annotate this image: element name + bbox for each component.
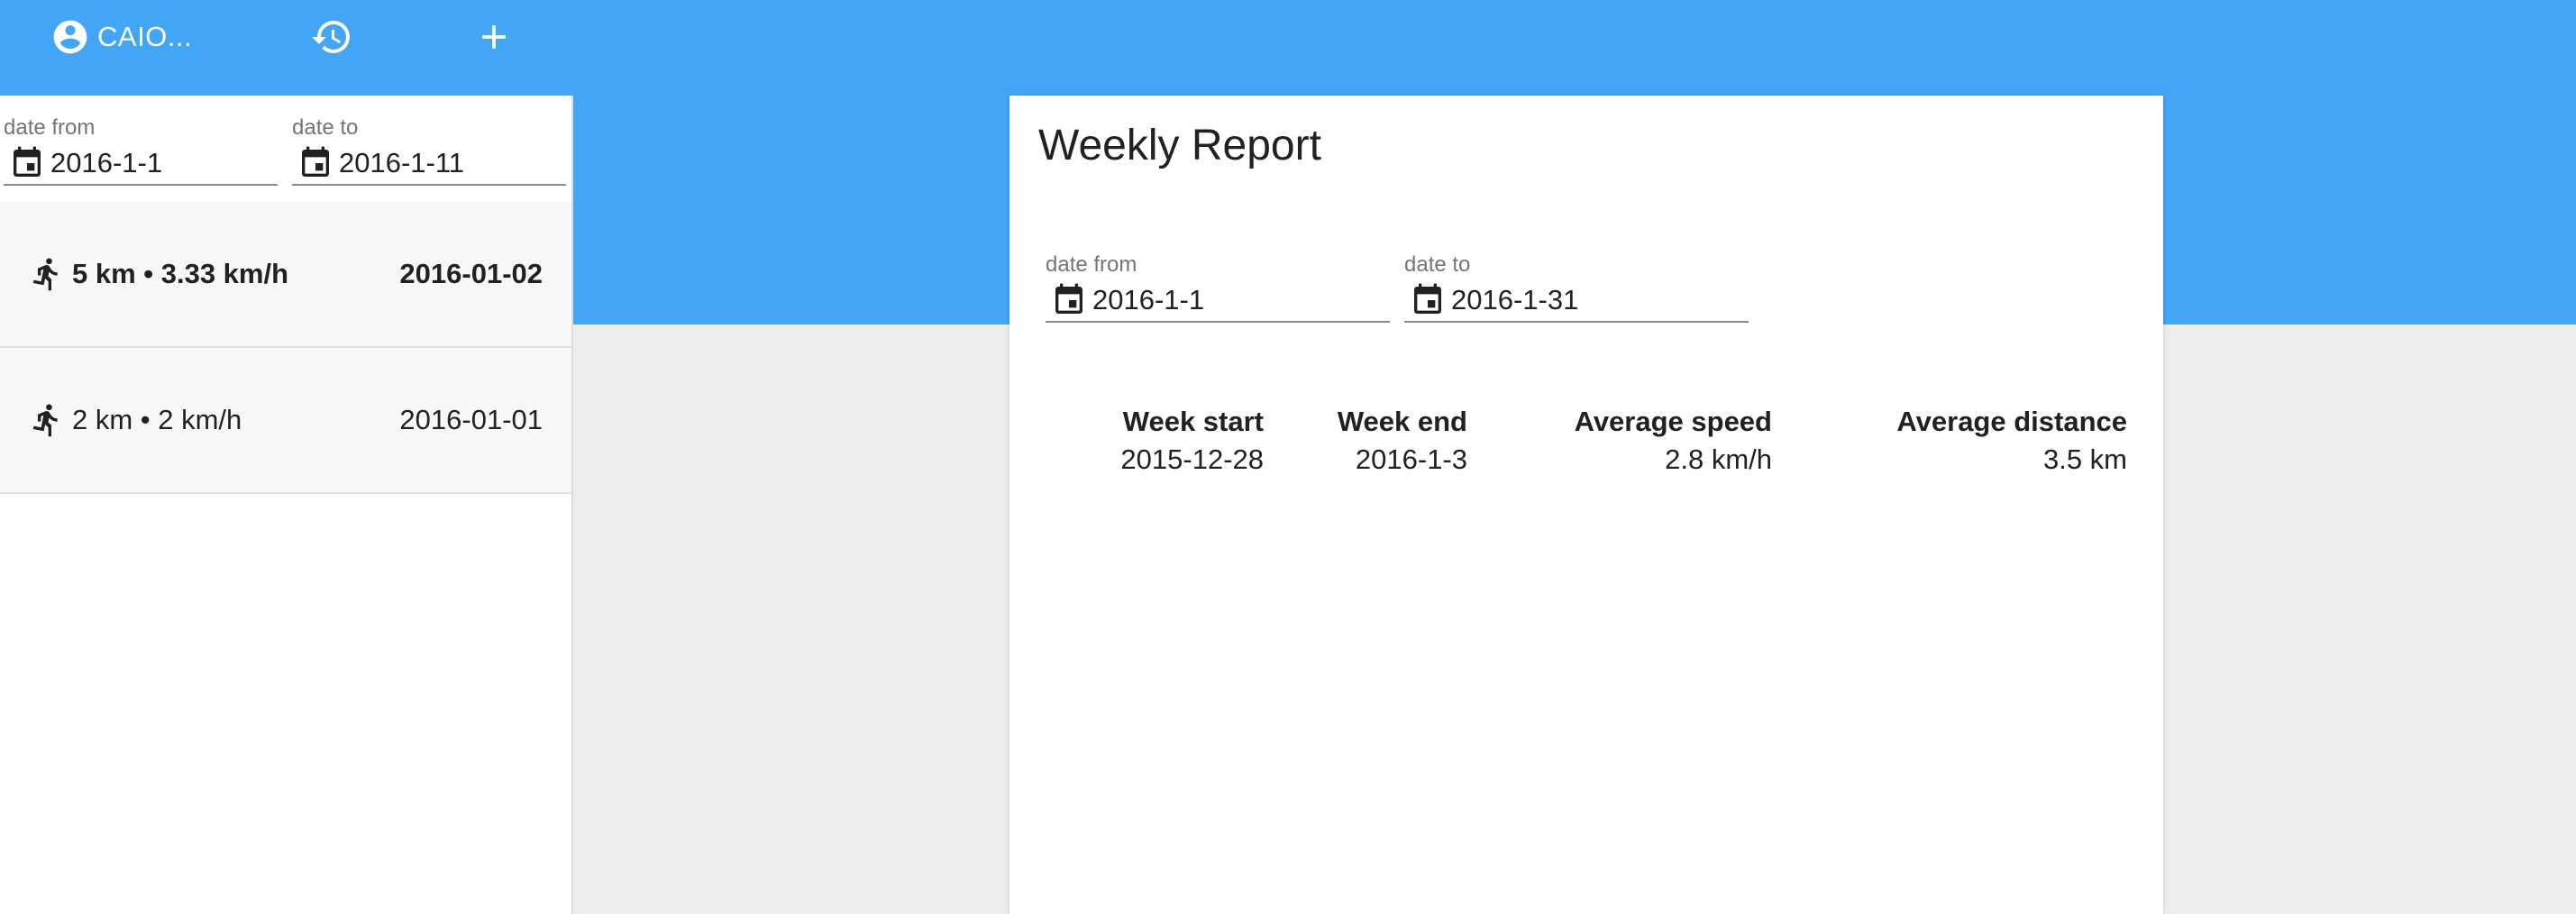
calendar-icon: [14, 146, 41, 177]
list-item[interactable]: 5 km • 3.33 km/h 2016-01-02: [0, 202, 571, 348]
date-to-value: 2016-1-11: [339, 147, 465, 178]
account-circle-icon: [53, 20, 87, 54]
entry-date: 2016-01-02: [399, 258, 543, 289]
date-from-label: date from: [4, 115, 96, 140]
column-header-average-speed: Average speed: [1574, 406, 1772, 437]
column-header-week-end: Week end: [1337, 406, 1467, 437]
date-to-input[interactable]: 2016-1-31: [1404, 279, 1749, 323]
run-icon: [32, 258, 58, 291]
cell-week-end: 2016-1-3: [1355, 443, 1467, 475]
date-from-value: 2016-1-1: [50, 147, 163, 178]
entry-summary: 2 km • 2 km/h: [72, 404, 242, 435]
entries-sidebar: date from 2016-1-1 date to 2016-1-11 5 k…: [0, 96, 573, 914]
report-date-from-field[interactable]: date from 2016-1-1: [1046, 233, 1390, 339]
sidebar-date-to-field[interactable]: date to 2016-1-11: [292, 96, 566, 202]
date-to-input[interactable]: 2016-1-11: [292, 142, 566, 186]
entry-date: 2016-01-01: [399, 404, 543, 435]
add-entry-button[interactable]: [474, 13, 514, 61]
list-item[interactable]: 2 km • 2 km/h 2016-01-01: [0, 348, 571, 494]
cell-average-speed: 2.8 km/h: [1665, 443, 1772, 475]
report-date-to-field[interactable]: date to 2016-1-31: [1404, 233, 1749, 339]
user-name: CAIO...: [97, 21, 193, 52]
weekly-report-card: Weekly Report date from 2016-1-1 date to…: [1009, 96, 2163, 914]
date-from-input[interactable]: 2016-1-1: [4, 142, 278, 186]
calendar-icon: [302, 146, 329, 177]
user-menu-button[interactable]: CAIO...: [50, 13, 192, 61]
history-icon: [312, 21, 350, 54]
run-icon: [32, 404, 58, 437]
cell-week-start: 2015-12-28: [1120, 443, 1264, 475]
table-row: 2015-12-28 2016-1-3 2.8 km/h 3.5 km: [1049, 443, 2127, 476]
column-header-week-start: Week start: [1122, 406, 1264, 437]
date-to-label: date to: [1404, 252, 1471, 277]
calendar-icon: [1414, 283, 1441, 314]
date-to-label: date to: [292, 115, 359, 140]
table-header-row: Week start Week end Average speed Averag…: [1049, 406, 2127, 443]
history-button[interactable]: [310, 13, 353, 61]
weekly-report-table: Week start Week end Average speed Averag…: [1049, 406, 2127, 476]
date-to-value: 2016-1-31: [1451, 284, 1579, 315]
sidebar-date-filter: date from 2016-1-1 date to 2016-1-11: [0, 96, 571, 202]
column-header-average-distance: Average distance: [1896, 406, 2127, 437]
entry-summary: 5 km • 3.33 km/h: [72, 258, 289, 289]
date-from-input[interactable]: 2016-1-1: [1046, 279, 1390, 323]
cell-average-distance: 3.5 km: [2042, 443, 2127, 475]
calendar-icon: [1055, 283, 1082, 314]
add-icon: [482, 25, 506, 49]
date-from-label: date from: [1046, 252, 1137, 277]
page-title: Weekly Report: [1038, 122, 1321, 169]
sidebar-date-from-field[interactable]: date from 2016-1-1: [4, 96, 278, 202]
date-from-value: 2016-1-1: [1092, 284, 1205, 315]
